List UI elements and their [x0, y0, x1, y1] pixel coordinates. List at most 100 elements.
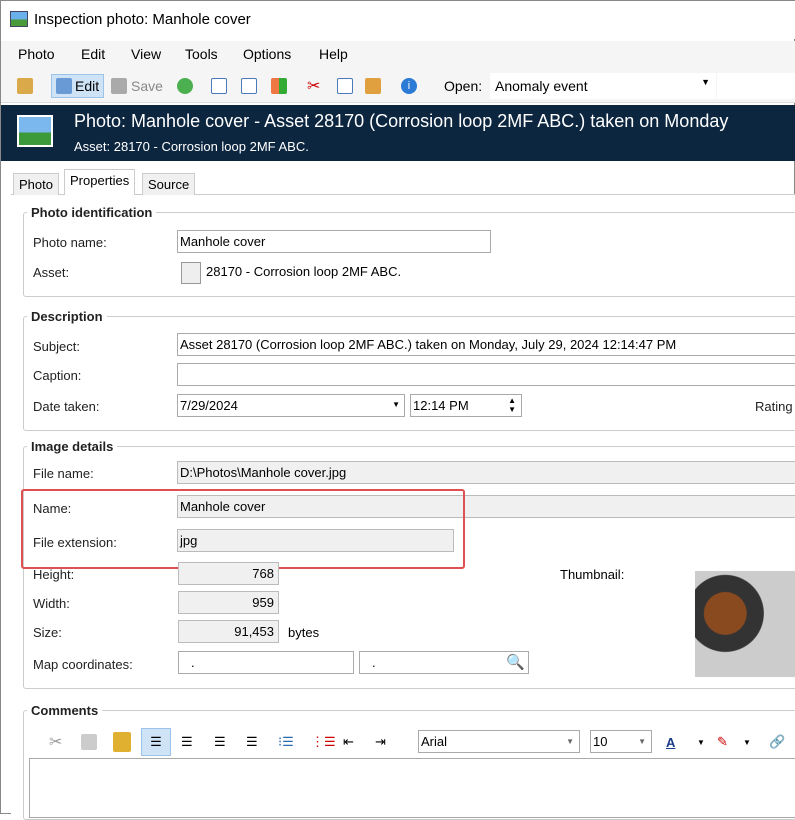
- map-y-input[interactable]: .: [359, 651, 529, 674]
- open-folder-button[interactable]: [17, 74, 33, 98]
- width-field: 959: [178, 591, 279, 614]
- copy-icon: [81, 734, 97, 750]
- chevron-down-icon: ▼: [701, 77, 710, 87]
- file-name-field: D:\Photos\Manhole cover.jpg: [177, 461, 795, 484]
- windows-button[interactable]: [271, 74, 287, 98]
- width-label: Width:: [33, 596, 70, 611]
- header-title: Photo: Manhole cover - Asset 28170 (Corr…: [74, 111, 729, 131]
- thumbnail-label: Thumbnail:: [560, 567, 625, 582]
- font-value: Arial: [421, 734, 448, 749]
- scissors-icon: ✂: [49, 734, 63, 751]
- map-coordinates-label: Map coordinates:: [33, 657, 133, 672]
- justify-button[interactable]: ☰: [246, 728, 258, 756]
- save-button[interactable]: Save: [111, 74, 163, 98]
- paste-icon: [365, 78, 381, 94]
- refresh-button[interactable]: [177, 74, 193, 98]
- menu-edit[interactable]: Edit: [81, 46, 105, 62]
- font-color-dropdown[interactable]: ▼: [697, 728, 705, 756]
- date-taken-label: Date taken:: [33, 399, 100, 414]
- paste-button[interactable]: [365, 74, 381, 98]
- numbered-list-button[interactable]: ⋮☰: [311, 728, 336, 756]
- size-unit: bytes: [288, 625, 320, 640]
- font-color-button[interactable]: A: [666, 728, 675, 756]
- justify-icon: ☰: [246, 734, 258, 749]
- bullet-list-button[interactable]: ⁝☰: [278, 728, 294, 756]
- menu-view[interactable]: View: [131, 46, 161, 62]
- open-label: Open:: [444, 78, 483, 94]
- outdent-button[interactable]: ⇤: [343, 728, 354, 756]
- outdent-icon: ⇤: [343, 734, 354, 749]
- align-right-icon: ☰: [214, 734, 226, 749]
- menu-tools[interactable]: Tools: [185, 46, 218, 62]
- photo-name-input[interactable]: Manhole cover: [177, 230, 491, 253]
- group-title: Comments: [27, 703, 103, 718]
- comments-editor[interactable]: [29, 758, 795, 818]
- highlight-button[interactable]: ✎: [717, 728, 728, 756]
- cut-button[interactable]: ✂: [49, 728, 62, 756]
- info-icon: i: [401, 78, 417, 94]
- info-button[interactable]: i: [401, 74, 417, 98]
- copy-button[interactable]: [337, 74, 353, 98]
- asset-label: Asset:: [33, 265, 70, 280]
- spinner-icon[interactable]: ▲ ▼: [508, 396, 516, 414]
- time-picker[interactable]: 12:14 PM ▲ ▼: [410, 394, 522, 417]
- new-document-icon: [211, 78, 227, 94]
- time-value: 12:14 PM: [413, 398, 469, 413]
- font-color-icon: A: [666, 734, 676, 750]
- numbered-list-icon: ⋮☰: [311, 734, 336, 749]
- header-subtitle: Asset: 28170 - Corrosion loop 2MF ABC.: [74, 139, 309, 154]
- align-left-icon: ☰: [150, 734, 162, 749]
- copy-doc-button[interactable]: [241, 74, 257, 98]
- edit-button[interactable]: Edit: [51, 74, 105, 98]
- window-title: Inspection photo: Manhole cover: [34, 11, 251, 28]
- paste-button[interactable]: [113, 728, 131, 756]
- photo-icon: [17, 115, 53, 147]
- edit-label: Edit: [75, 78, 100, 94]
- paste-icon: [113, 732, 131, 752]
- windows-icon: [271, 78, 287, 94]
- file-name-label: File name:: [33, 466, 94, 481]
- date-value: 7/29/2024: [180, 398, 238, 413]
- menu-photo[interactable]: Photo: [18, 46, 55, 62]
- highlight-dropdown[interactable]: ▼: [743, 728, 751, 756]
- link-button[interactable]: 🔗: [769, 728, 785, 756]
- align-left-button[interactable]: ☰: [141, 728, 171, 756]
- align-center-button[interactable]: ☰: [181, 728, 193, 756]
- refresh-icon: [177, 78, 193, 94]
- magnifier-icon[interactable]: 🔍: [506, 653, 525, 671]
- map-x-input[interactable]: .: [178, 651, 354, 674]
- indent-button[interactable]: ⇥: [375, 728, 386, 756]
- height-field: 768: [178, 562, 279, 585]
- size-label: Size:: [33, 625, 62, 640]
- font-select[interactable]: Arial ▼: [418, 730, 580, 753]
- asset-icon: [181, 262, 201, 284]
- menu-bar: [1, 41, 795, 67]
- tab-photo[interactable]: Photo: [13, 173, 59, 195]
- copy-icon: [337, 78, 353, 94]
- cut-button[interactable]: ✂: [307, 74, 320, 98]
- date-picker[interactable]: 7/29/2024 ▼: [177, 394, 405, 417]
- copy-button[interactable]: [81, 728, 97, 756]
- search-field[interactable]: [717, 73, 795, 99]
- subject-input[interactable]: Asset 28170 (Corrosion loop 2MF ABC.) ta…: [177, 333, 795, 356]
- asset-link[interactable]: 28170 - Corrosion loop 2MF ABC.: [206, 264, 401, 279]
- align-center-icon: ☰: [181, 734, 193, 749]
- open-select[interactable]: Anomaly event ▼: [490, 73, 716, 99]
- menu-help[interactable]: Help: [319, 46, 348, 62]
- font-size-select[interactable]: 10 ▼: [590, 730, 652, 753]
- thumbnail-image[interactable]: [695, 571, 795, 677]
- tab-source[interactable]: Source: [142, 173, 196, 195]
- tab-properties[interactable]: Properties: [64, 169, 136, 195]
- subject-label: Subject:: [33, 339, 80, 354]
- app-icon: [10, 11, 28, 27]
- group-title: Image details: [27, 439, 118, 454]
- rating-label: Rating: [755, 399, 793, 414]
- align-right-button[interactable]: ☰: [214, 728, 226, 756]
- save-icon: [111, 78, 127, 94]
- menu-options[interactable]: Options: [243, 46, 291, 62]
- highlighter-icon: ✎: [717, 734, 728, 749]
- new-button[interactable]: [211, 74, 227, 98]
- caption-input[interactable]: [177, 363, 795, 386]
- chevron-down-icon: ▼: [392, 400, 400, 409]
- save-label: Save: [131, 78, 163, 94]
